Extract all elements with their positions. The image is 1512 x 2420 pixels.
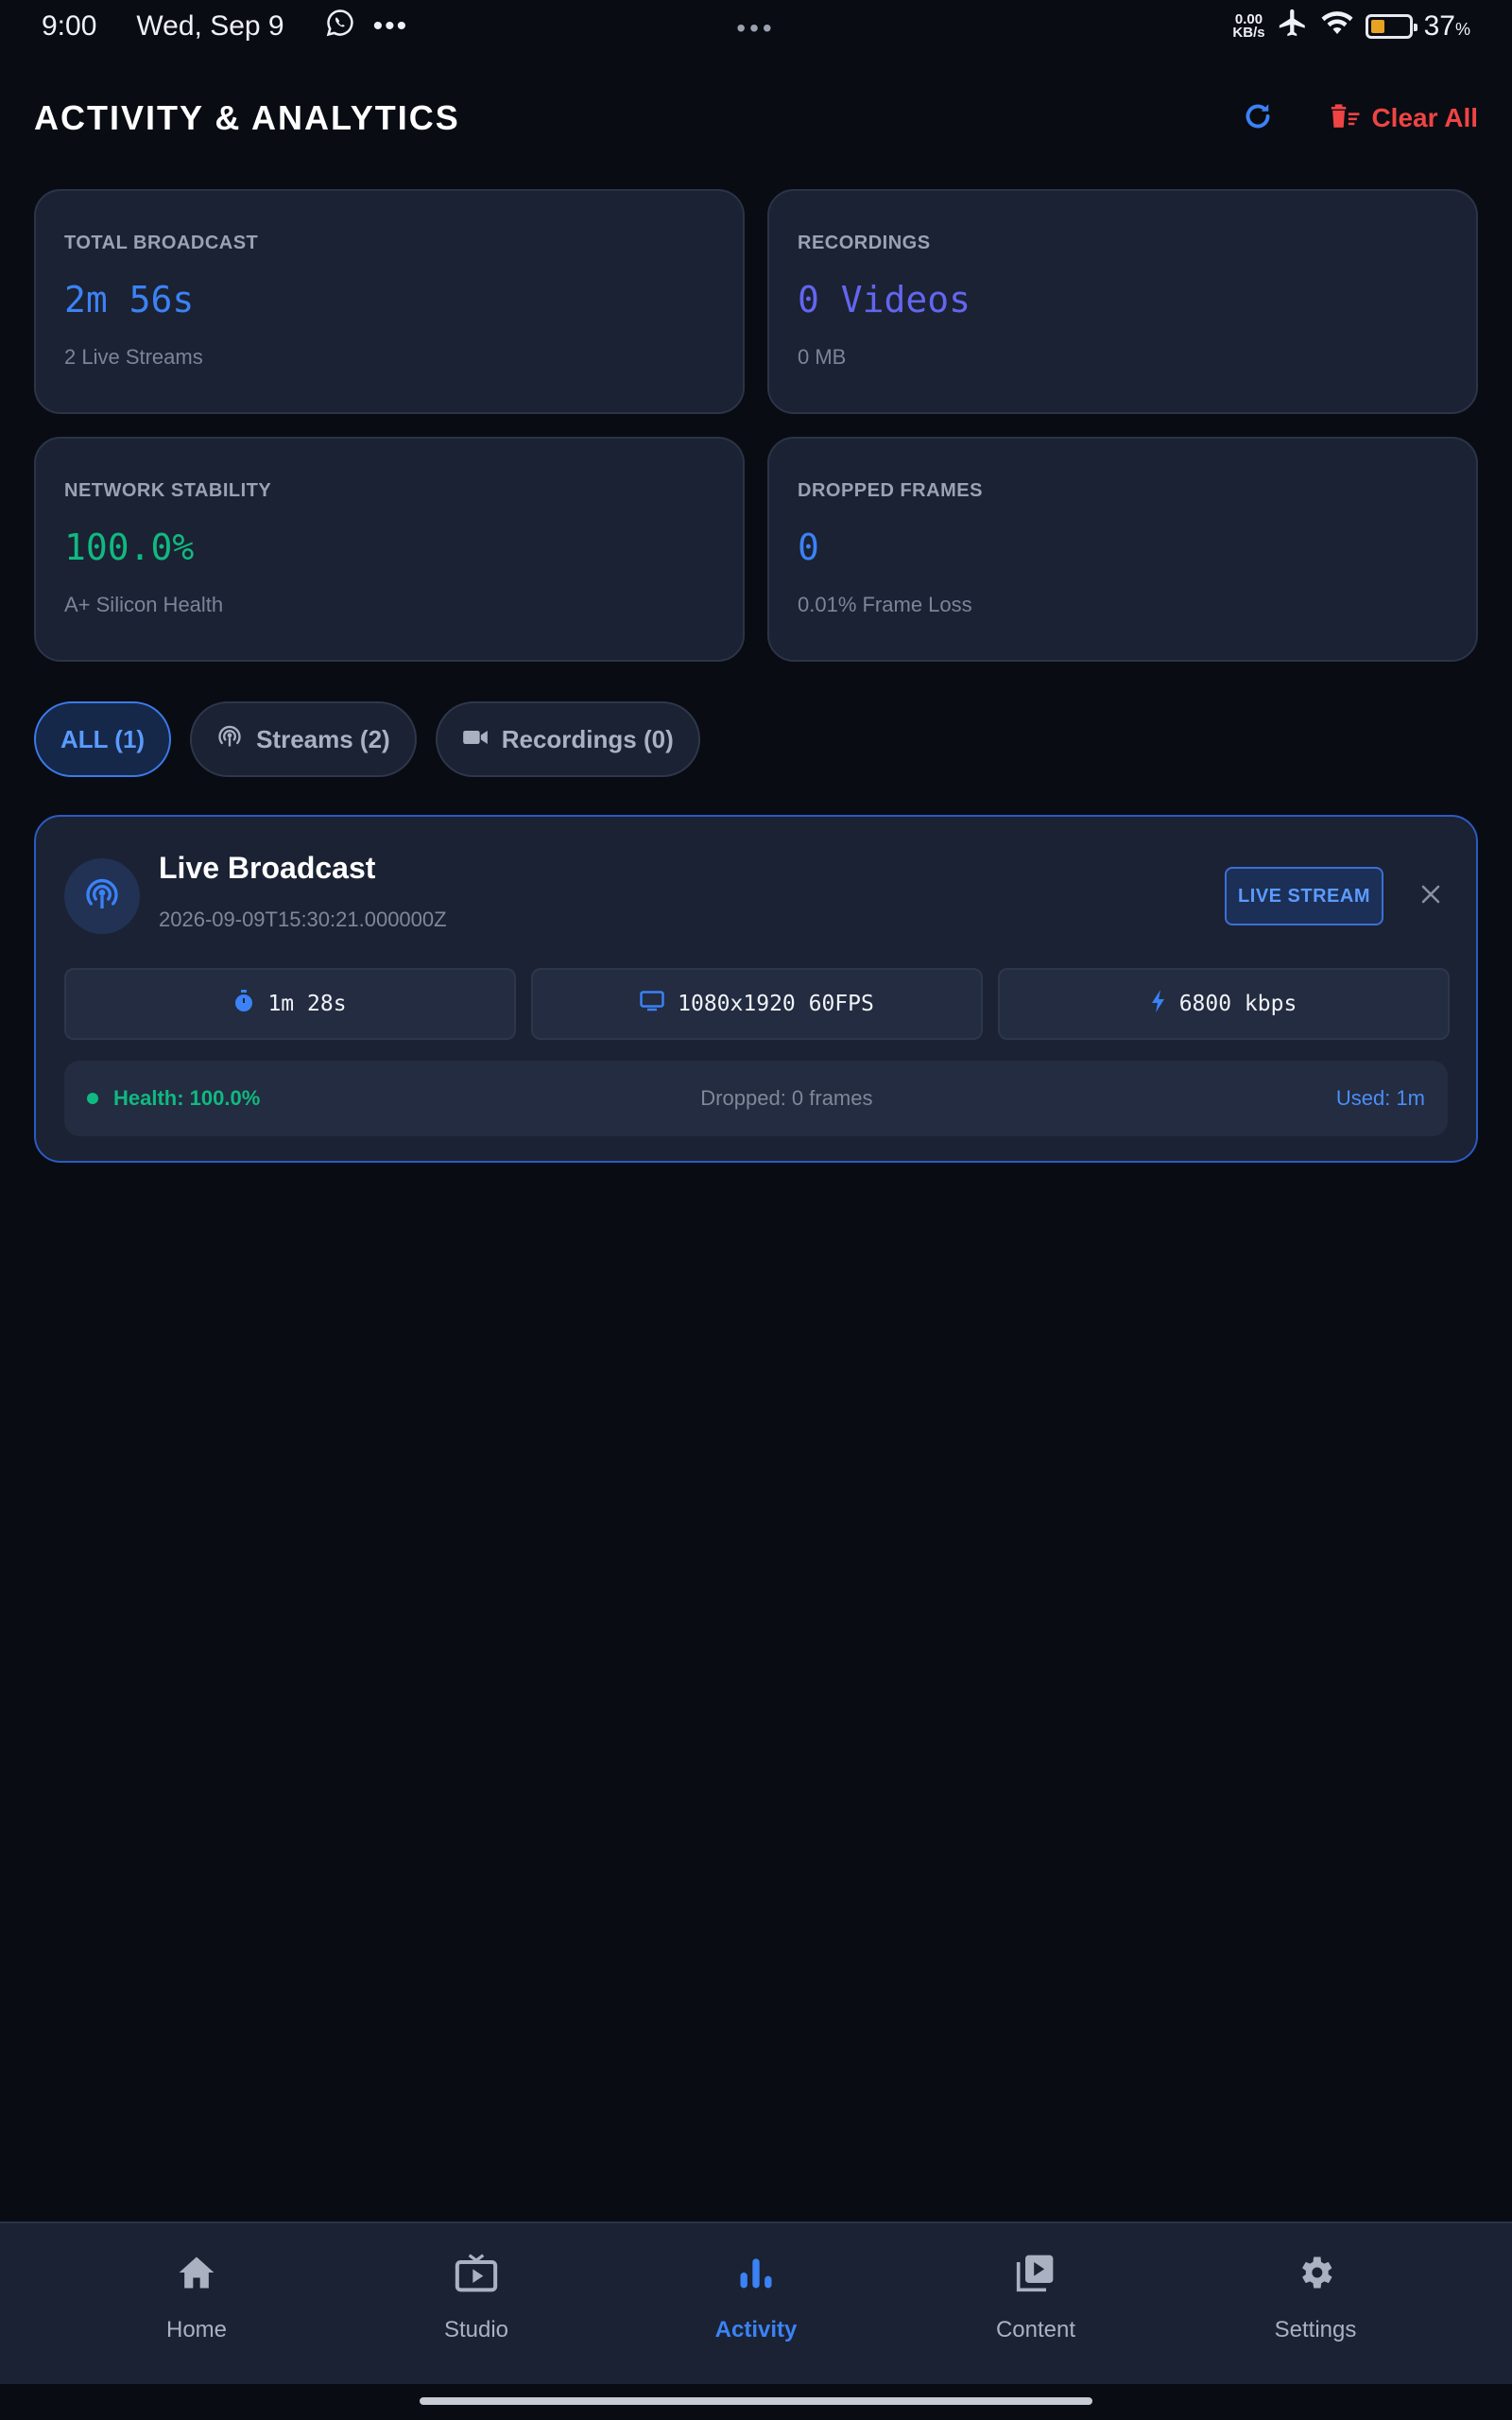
filter-chip-streams[interactable]: Streams (2) — [190, 701, 417, 777]
nav-label: Activity — [714, 2317, 798, 2342]
dropped-frames-card: DROPPED FRAMES 0 0.01% Frame Loss — [767, 437, 1478, 662]
stat-value: 100.0% — [64, 527, 195, 568]
stat-value: 2m 56s — [64, 279, 195, 320]
health-status-dot — [87, 1093, 98, 1104]
activity-card[interactable]: Live Broadcast 2026-09-09T15:30:21.00000… — [34, 815, 1478, 1163]
status-time: 9:00 — [42, 10, 97, 42]
filter-chip-label: Streams (2) — [256, 724, 390, 753]
broadcast-icon — [216, 723, 243, 756]
filter-chip-recordings[interactable]: Recordings (0) — [435, 701, 700, 777]
broadcast-avatar — [64, 858, 140, 934]
multitask-dots-icon[interactable]: ••• — [736, 13, 775, 43]
stat-label: DROPPED FRAMES — [798, 480, 983, 501]
status-date: Wed, Sep 9 — [136, 10, 284, 42]
home-icon — [176, 2252, 217, 2298]
airplane-mode-icon — [1277, 7, 1309, 46]
nav-item-home[interactable]: Home — [102, 2252, 291, 2343]
wifi-icon — [1320, 9, 1354, 44]
stat-label: TOTAL BROADCAST — [64, 233, 259, 253]
stat-subtext: 2 Live Streams — [64, 345, 203, 369]
monitor-icon — [640, 991, 664, 1017]
nav-label: Content — [995, 2317, 1076, 2342]
stat-subtext: 0 MB — [798, 345, 847, 369]
filter-chip-all[interactable]: ALL (1) — [34, 701, 172, 777]
used-time-text: Used: 1m — [1335, 1086, 1425, 1110]
whatsapp-icon — [326, 9, 354, 44]
stats-grid: TOTAL BROADCAST 2m 56s 2 Live Streams RE… — [34, 189, 1478, 662]
nav-item-content[interactable]: Content — [941, 2252, 1130, 2343]
page-header: ACTIVITY & ANALYTICS Clear All — [34, 85, 1478, 151]
nav-label: Home — [165, 2317, 228, 2342]
nav-label: Studio — [443, 2317, 509, 2342]
video-camera-icon — [462, 725, 489, 754]
filter-chips: ALL (1) Streams (2) Recordings (0) — [34, 701, 700, 777]
resolution-value: 1080x1920 60FPS — [678, 992, 874, 1016]
health-text: Health: 100.0% — [113, 1086, 261, 1110]
bar-chart-icon — [735, 2252, 777, 2298]
clear-all-button[interactable]: Clear All — [1328, 100, 1478, 137]
resolution-metric: 1080x1920 60FPS — [531, 968, 983, 1040]
network-stability-card: NETWORK STABILITY 100.0% A+ Silicon Heal… — [34, 437, 745, 662]
nav-item-activity[interactable]: Activity — [662, 2252, 850, 2343]
nav-item-studio[interactable]: Studio — [382, 2252, 571, 2343]
gear-icon — [1295, 2252, 1336, 2298]
lightning-icon — [1151, 990, 1166, 1018]
filter-chip-label: ALL (1) — [60, 724, 146, 753]
clear-all-label: Clear All — [1371, 103, 1478, 132]
live-stream-badge: LIVE STREAM — [1225, 867, 1383, 925]
activity-metrics: 1m 28s 1080x1920 60FPS 6800 kbps — [64, 968, 1450, 1040]
filter-chip-label: Recordings (0) — [501, 724, 674, 753]
stat-subtext: A+ Silicon Health — [64, 593, 224, 616]
status-bar: 9:00 Wed, Sep 9 ••• ••• 0.00 KB/s 37% — [0, 0, 1512, 53]
video-library-icon — [1015, 2252, 1057, 2298]
refresh-icon[interactable] — [1241, 99, 1275, 138]
close-icon — [1419, 883, 1442, 910]
battery-icon — [1365, 14, 1418, 39]
stat-label: NETWORK STABILITY — [64, 480, 272, 501]
bitrate-value: 6800 kbps — [1178, 992, 1297, 1016]
recordings-card: RECORDINGS 0 Videos 0 MB — [767, 189, 1478, 414]
home-indicator[interactable] — [420, 2397, 1092, 2405]
stat-value: 0 Videos — [798, 279, 971, 320]
nav-item-settings[interactable]: Settings — [1221, 2252, 1410, 2343]
dismiss-button[interactable] — [1414, 879, 1448, 913]
stat-subtext: 0.01% Frame Loss — [798, 593, 972, 616]
tv-play-icon — [454, 2252, 499, 2298]
nav-label: Settings — [1274, 2317, 1357, 2342]
duration-value: 1m 28s — [267, 992, 347, 1016]
bottom-nav: Home Studio Activity Content Settings — [0, 2221, 1512, 2384]
trash-icon — [1328, 100, 1362, 137]
battery-percent: 37% — [1423, 10, 1470, 42]
stat-value: 0 — [798, 527, 819, 568]
page-title: ACTIVITY & ANALYTICS — [34, 98, 460, 137]
health-row: Health: 100.0% Dropped: 0 frames Used: 1… — [64, 1061, 1448, 1136]
stopwatch-icon — [233, 990, 254, 1018]
duration-metric: 1m 28s — [64, 968, 516, 1040]
total-broadcast-card: TOTAL BROADCAST 2m 56s 2 Live Streams — [34, 189, 745, 414]
bitrate-metric: 6800 kbps — [998, 968, 1450, 1040]
broadcast-icon — [83, 875, 121, 918]
stat-label: RECORDINGS — [798, 233, 931, 253]
more-notifications-icon: ••• — [372, 10, 409, 42]
dropped-frames-text: Dropped: 0 frames — [700, 1086, 873, 1110]
network-speed: 0.00 KB/s — [1232, 11, 1265, 41]
activity-title: Live Broadcast — [159, 851, 376, 885]
activity-timestamp: 2026-09-09T15:30:21.000000Z — [159, 908, 447, 931]
